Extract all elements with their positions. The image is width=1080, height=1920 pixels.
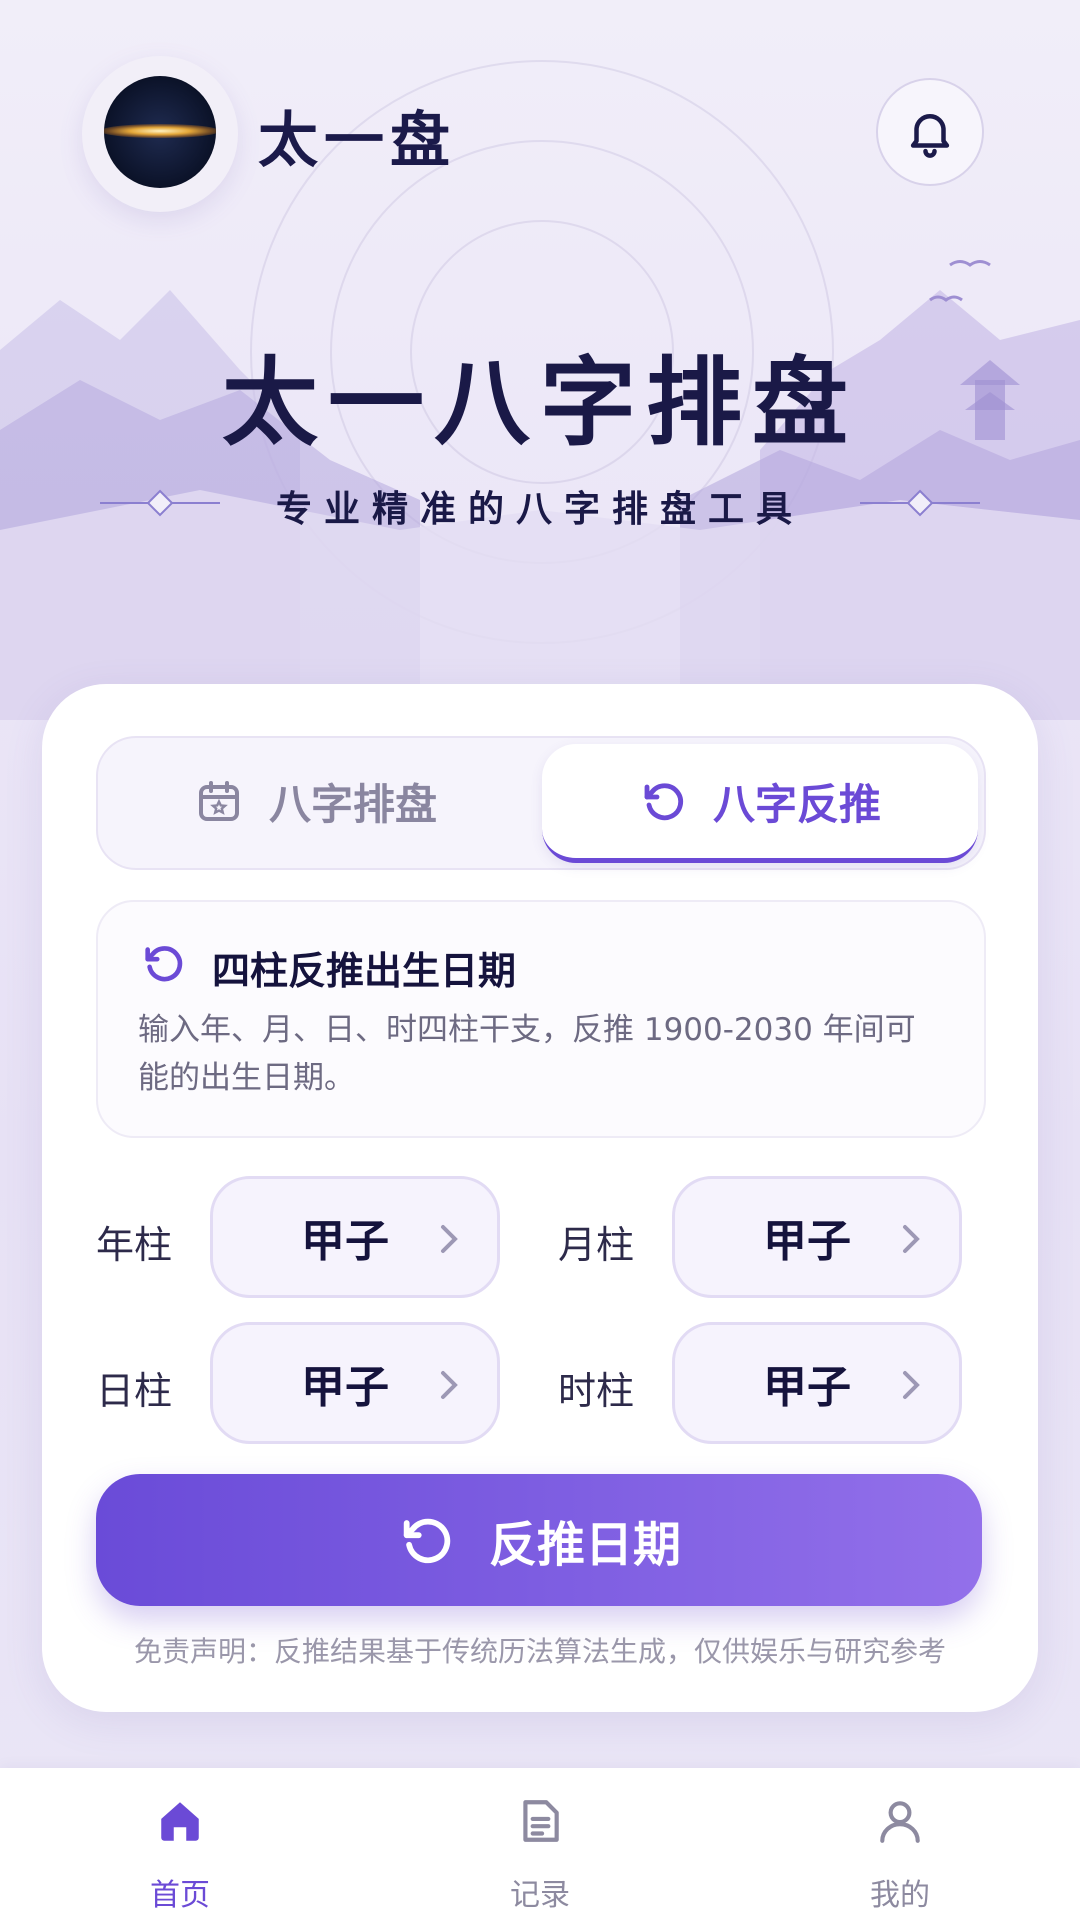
year-pillar-label: 年柱	[96, 1223, 173, 1267]
month-pillar-selector[interactable]: 甲子	[672, 1176, 962, 1298]
tab-bazi-reverse[interactable]: 八字反推	[542, 744, 978, 863]
nav-label: 我的	[870, 1878, 930, 1913]
day-pillar-selector[interactable]: 甲子	[210, 1322, 500, 1444]
bell-icon	[910, 114, 950, 158]
hour-pillar-label: 时柱	[558, 1369, 635, 1413]
year-pillar-selector[interactable]: 甲子	[210, 1176, 500, 1298]
chevron-right-icon	[903, 1371, 920, 1399]
reverse-date-button[interactable]: 反推日期	[96, 1474, 982, 1606]
month-pillar-value: 甲子	[763, 1216, 851, 1267]
day-pillar-value: 甲子	[301, 1362, 389, 1413]
user-icon	[880, 1801, 920, 1843]
bottom-nav: 首页 记录 我的	[0, 1768, 1080, 1920]
day-pillar-label: 日柱	[96, 1369, 173, 1413]
mountain-landscape-illustration	[0, 260, 1080, 720]
home-icon	[161, 1802, 199, 1841]
mode-tabs: 八字排盘 八字反推	[96, 736, 986, 870]
rotate-ccw-icon	[644, 783, 684, 821]
info-panel: 四柱反推出生日期 输入年、月、日、时四柱干支，反推 1900-2030 年间可能…	[96, 900, 986, 1138]
month-pillar-label: 月柱	[558, 1223, 635, 1267]
logo-image	[104, 76, 216, 188]
app-logo[interactable]	[82, 56, 238, 212]
tab-label: 八字排盘	[268, 779, 437, 829]
rotate-ccw-icon	[403, 1518, 451, 1564]
nav-label: 首页	[150, 1878, 210, 1913]
tab-bazi-chart[interactable]: 八字排盘	[106, 744, 526, 858]
ornament-right	[860, 489, 980, 517]
chevron-right-icon	[903, 1225, 920, 1253]
nav-label: 记录	[510, 1878, 570, 1913]
chevron-right-icon	[441, 1371, 458, 1399]
main-card: 八字排盘 八字反推 四柱反推出生日期 输入年、月、日、时四柱干支，反推 1900…	[42, 684, 1038, 1712]
info-description: 输入年、月、日、时四柱干支，反推 1900-2030 年间可能的出生日期。	[138, 1012, 916, 1096]
nav-item-records[interactable]: 记录	[360, 1768, 720, 1920]
reverse-date-button-label: 反推日期	[488, 1517, 681, 1573]
info-title: 四柱反推出生日期	[212, 949, 517, 993]
hour-pillar-selector[interactable]: 甲子	[672, 1322, 962, 1444]
year-pillar-value: 甲子	[301, 1216, 389, 1267]
top-header: 太一盘	[0, 0, 1080, 260]
document-icon	[523, 1800, 559, 1842]
chevron-right-icon	[441, 1225, 458, 1253]
calendar-icon	[198, 781, 239, 821]
rotate-ccw-icon	[145, 946, 183, 982]
nav-item-home[interactable]: 首页	[0, 1768, 360, 1920]
notification-button[interactable]	[876, 78, 984, 186]
tab-label: 八字反推	[712, 779, 881, 829]
hour-pillar-value: 甲子	[763, 1362, 851, 1413]
disclaimer-text: 免责声明：反推结果基于传统历法算法生成，仅供娱乐与研究参考	[133, 1635, 946, 1668]
nav-item-profile[interactable]: 我的	[720, 1768, 1080, 1920]
app-title: 太一盘	[258, 106, 456, 176]
hero-title: 太一八字排盘	[222, 346, 858, 459]
